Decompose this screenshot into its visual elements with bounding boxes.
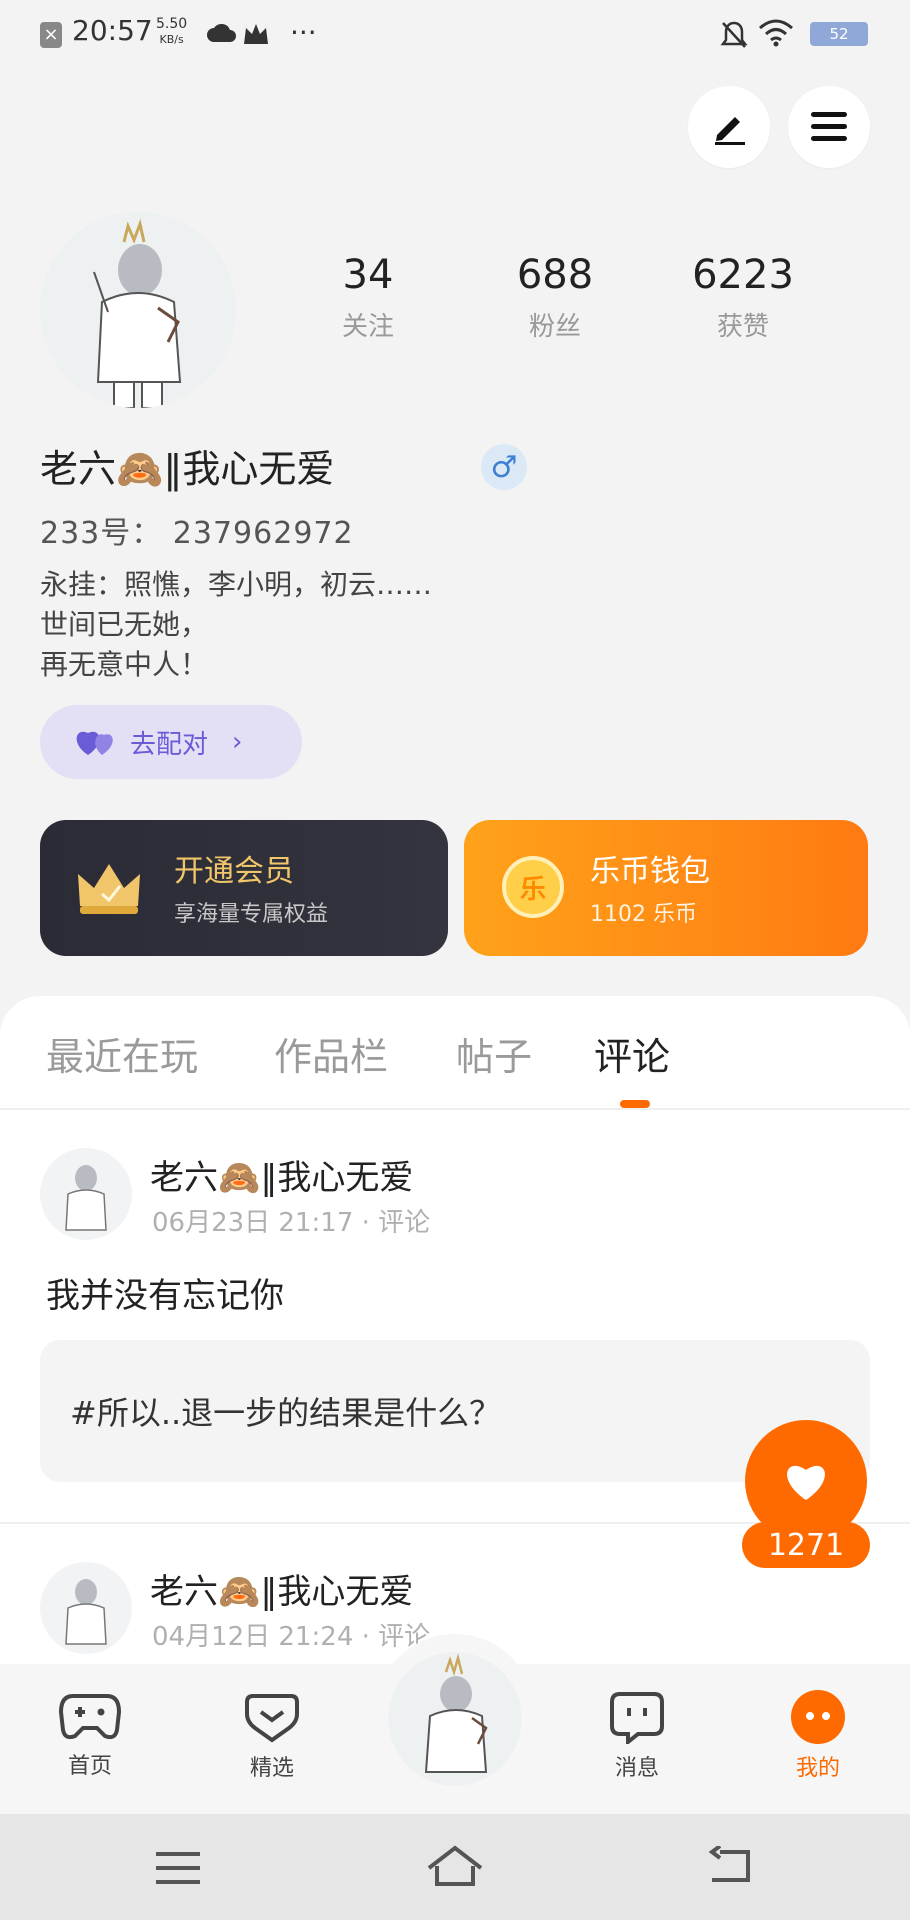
profile-bio: 永挂：照憔，李小明，初云…… 世间已无她， 再无意中人！ [40, 568, 433, 681]
post-author-name: 老六🙈‖我心无爱 [150, 1572, 414, 1612]
post-meta: 06月23日 21:17 · 评论 [152, 1208, 431, 1238]
post-meta: 04月12日 21:24 · 评论 [152, 1622, 431, 1652]
crown-icon [78, 864, 140, 914]
nav-messages[interactable]: 消息 [577, 1690, 697, 1782]
mute-bell-icon [720, 20, 748, 54]
male-gender-icon: ♂ [481, 444, 527, 490]
network-speed: 5.50 KB/s [156, 16, 188, 46]
avatar-illustration [65, 1165, 107, 1231]
like-count: 1271 [742, 1522, 870, 1568]
wallet-card-title: 乐币钱包 [590, 854, 710, 889]
stat-likes[interactable]: 6223 获赞 [663, 252, 823, 343]
battery-indicator: 52 [810, 22, 868, 46]
quoted-topic[interactable]: #所以..退一步的结果是什么？ [40, 1340, 870, 1482]
tab-recent-played[interactable]: 最近在玩 [46, 1026, 198, 1081]
vip-card-title: 开通会员 [174, 854, 294, 889]
post-avatar[interactable] [40, 1562, 132, 1654]
pair-button-label: 去配对 [130, 729, 209, 760]
tab-comments[interactable]: 评论 [594, 1026, 670, 1081]
edit-profile-button[interactable] [688, 86, 770, 168]
nav-featured[interactable]: 精选 [212, 1690, 332, 1782]
heart-badge-icon [245, 1694, 299, 1743]
avatar-illustration [388, 1652, 522, 1786]
stat-following-value: 34 [342, 252, 394, 298]
tabs-divider [0, 1108, 910, 1110]
stat-likes-value: 6223 [692, 252, 794, 298]
coin-icon: 乐 [502, 856, 564, 918]
vip-card-subtitle: 享海量专属权益 [174, 902, 329, 927]
nav-mine-label: 我的 [795, 1756, 840, 1781]
post-avatar[interactable] [40, 1148, 132, 1240]
heart-pair-icon [76, 731, 113, 755]
wallet-card-balance: 1102 乐币 [590, 902, 697, 927]
stat-fans[interactable]: 688 粉丝 [475, 252, 635, 343]
quoted-topic-text: #所以..退一步的结果是什么？ [70, 1394, 502, 1432]
post-text: 我并没有忘记你 [46, 1276, 284, 1316]
profile-uid: 233号： 237962972 [40, 516, 354, 551]
profile-username: 老六🙈‖我心无爱 [40, 447, 335, 491]
back-icon[interactable] [708, 1846, 754, 1886]
home-icon[interactable] [425, 1844, 485, 1888]
recent-apps-icon[interactable] [156, 1850, 200, 1886]
chat-icon [610, 1692, 664, 1744]
status-bar: × 20:57 5.50 KB/s ··· 52 [0, 0, 910, 70]
status-time: 20:57 [72, 14, 153, 47]
stat-likes-label: 获赞 [716, 312, 769, 342]
pair-button[interactable]: 去配对 › [40, 705, 302, 779]
nav-mine[interactable]: 我的 [758, 1690, 878, 1782]
tab-posts[interactable]: 帖子 [456, 1026, 532, 1081]
tab-active-indicator [620, 1100, 650, 1108]
wallet-card[interactable]: 乐 乐币钱包 1102 乐币 [464, 820, 868, 956]
stat-following-label: 关注 [341, 312, 394, 342]
cloud-icon [206, 20, 236, 50]
nav-messages-label: 消息 [614, 1756, 659, 1781]
notification-close-icon: × [40, 22, 62, 48]
profile-avatar[interactable] [40, 212, 236, 408]
nav-home[interactable]: 首页 [30, 1690, 150, 1780]
post-author-name: 老六🙈‖我心无爱 [150, 1158, 414, 1198]
center-avatar-button[interactable] [388, 1652, 522, 1786]
avatar-illustration [65, 1579, 107, 1645]
more-status-icon: ··· [290, 16, 317, 49]
chevron-right-icon: › [232, 727, 243, 757]
avatar-illustration [40, 212, 236, 408]
pencil-icon [715, 117, 745, 145]
menu-button[interactable] [788, 86, 870, 168]
face-icon [791, 1690, 845, 1744]
gamepad-icon [59, 1694, 121, 1740]
vip-card[interactable]: 开通会员 享海量专属权益 [40, 820, 448, 956]
nav-featured-label: 精选 [249, 1756, 294, 1781]
stat-fans-value: 688 [516, 252, 594, 298]
crown-status-icon [242, 22, 270, 50]
stat-following[interactable]: 34 关注 [288, 252, 448, 343]
heart-icon [787, 1465, 825, 1500]
nav-home-label: 首页 [67, 1754, 112, 1779]
system-nav-bar [0, 1814, 910, 1920]
menu-icon [811, 112, 847, 141]
wifi-icon [758, 18, 794, 52]
tab-works[interactable]: 作品栏 [274, 1026, 388, 1081]
stat-fans-label: 粉丝 [528, 312, 581, 342]
